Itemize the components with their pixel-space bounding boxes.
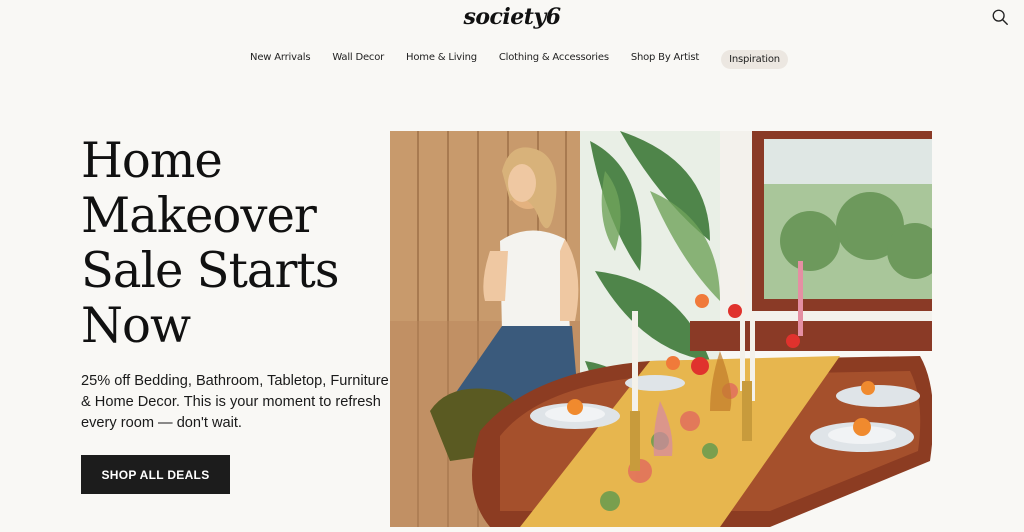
hero-photo-illustration (390, 131, 932, 527)
nav-home-living[interactable]: Home & Living (406, 52, 477, 63)
headline-line: Sale Starts (81, 242, 339, 299)
hero-subtext: 25% off Bedding, Bathroom, Tabletop, Fur… (81, 373, 389, 431)
nav-shop-by-artist[interactable]: Shop By Artist (631, 52, 699, 63)
hero-headline: Home Makeover Sale Starts Now (81, 133, 375, 353)
search-icon[interactable] (991, 8, 1009, 26)
shop-all-deals-button[interactable]: SHOP ALL DEALS (81, 455, 230, 494)
nav-inspiration[interactable]: Inspiration (721, 50, 788, 69)
nav-new-arrivals[interactable]: New Arrivals (250, 52, 310, 63)
hero-image[interactable] (390, 131, 932, 527)
brand-logo[interactable]: society6 (0, 4, 1024, 30)
nav-clothing-accessories[interactable]: Clothing & Accessories (499, 52, 609, 63)
headline-line: Now (81, 297, 191, 354)
headline-line: Makeover (81, 187, 317, 244)
site-header: society6 New Arrivals Wall Decor Home & … (0, 0, 1024, 80)
main-nav: New Arrivals Wall Decor Home & Living Cl… (0, 46, 1024, 69)
nav-wall-decor[interactable]: Wall Decor (332, 52, 384, 63)
headline-line: Home (81, 132, 223, 189)
